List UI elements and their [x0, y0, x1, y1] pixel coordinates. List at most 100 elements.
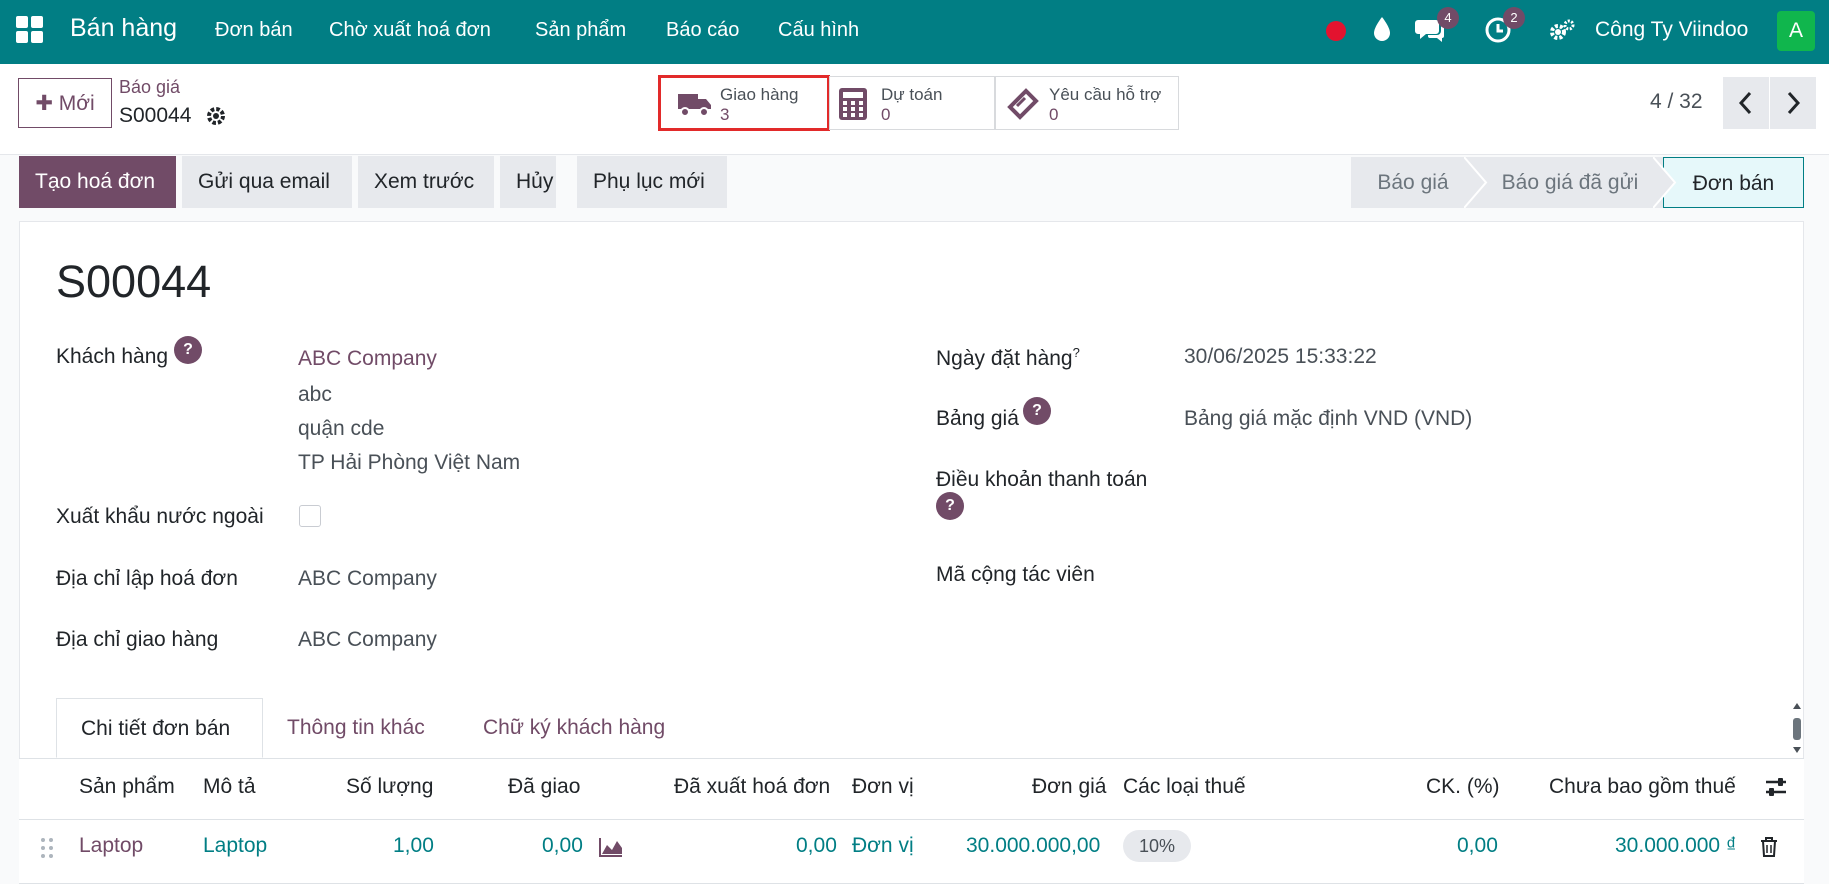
- column-header-quantity[interactable]: Số lượng: [346, 775, 433, 799]
- estimate-count: 0: [881, 105, 891, 124]
- status-sales-order[interactable]: Đơn bán: [1663, 157, 1804, 208]
- pager-next-button[interactable]: [1770, 77, 1816, 129]
- support-count: 0: [1049, 105, 1059, 124]
- gear-icon[interactable]: [204, 104, 228, 128]
- record-dot-icon[interactable]: [1325, 20, 1347, 42]
- new-appendix-button[interactable]: Phụ lục mới: [577, 156, 727, 208]
- export-label: Xuất khẩu nước ngoài: [56, 505, 264, 528]
- app-name[interactable]: Bán hàng: [70, 14, 177, 43]
- cell-product[interactable]: Laptop: [79, 834, 143, 858]
- new-button[interactable]: ✚ Mới: [18, 78, 112, 128]
- pricelist-label: Bảng giá: [936, 407, 1019, 430]
- send-email-button[interactable]: Gửi qua email: [182, 156, 352, 208]
- create-invoice-button[interactable]: Tạo hoá đơn: [19, 156, 176, 208]
- order-date-value[interactable]: 30/06/2025 15:33:22: [1184, 345, 1377, 369]
- cell-quantity[interactable]: 1,00: [393, 834, 434, 858]
- status-arrow-icon: [1653, 157, 1677, 208]
- cell-delivered[interactable]: 0,00: [542, 834, 583, 858]
- cell-description[interactable]: Laptop: [203, 834, 267, 858]
- delivery-label: Giao hàng: [720, 85, 799, 104]
- cell-subtotal: 30.000.000 ₫: [1615, 834, 1737, 857]
- help-tooltip-icon[interactable]: ?: [1023, 397, 1051, 425]
- drag-handle-icon[interactable]: [40, 836, 54, 860]
- activities-count-badge: 2: [1503, 7, 1525, 29]
- trash-icon[interactable]: [1759, 836, 1779, 858]
- pager-value[interactable]: 4 / 32: [1650, 90, 1703, 114]
- chevron-right-icon: [1787, 91, 1801, 115]
- invoice-address-label: Địa chỉ lập hoá đơn: [56, 567, 238, 590]
- settings-gears-icon[interactable]: [1548, 18, 1576, 42]
- payment-terms-label: Điều khoản thanh toán: [936, 468, 1148, 491]
- status-quotation-sent[interactable]: Báo giá đã gửi: [1475, 157, 1665, 208]
- cell-discount[interactable]: 0,00: [1457, 834, 1498, 858]
- estimate-label: Dự toán: [881, 85, 943, 104]
- column-header-invoiced[interactable]: Đã xuất hoá đơn: [674, 775, 830, 799]
- support-label: Yêu cầu hỗ trợ: [1049, 85, 1162, 104]
- smart-button-support[interactable]: Yêu cầu hỗ trợ 0: [995, 76, 1179, 130]
- drop-icon[interactable]: [1371, 15, 1393, 43]
- breadcrumb-parent[interactable]: Báo giá: [119, 77, 180, 98]
- customer-link[interactable]: ABC Company: [298, 347, 437, 371]
- column-header-description[interactable]: Mô tả: [203, 775, 256, 799]
- forecast-chart-icon[interactable]: [598, 836, 624, 858]
- chevron-left-icon: [1738, 91, 1752, 115]
- delivery-count: 3: [720, 105, 730, 124]
- cell-uom[interactable]: Đơn vị: [852, 834, 914, 858]
- status-arrow-icon: [1464, 157, 1488, 208]
- column-header-discount[interactable]: CK. (%): [1426, 775, 1500, 799]
- customer-address-line: abc: [298, 383, 332, 406]
- cancel-button[interactable]: Hủy: [500, 156, 556, 208]
- column-header-unit-price[interactable]: Đơn giá: [1032, 775, 1106, 799]
- tab-other-info[interactable]: Thông tin khác: [263, 698, 458, 758]
- tab-order-lines[interactable]: Chi tiết đơn bán: [56, 698, 263, 758]
- pager-previous-button[interactable]: [1723, 77, 1769, 129]
- invoice-address-value[interactable]: ABC Company: [298, 567, 437, 591]
- column-header-uom[interactable]: Đơn vị: [852, 775, 914, 799]
- customer-label: Khách hàng: [56, 345, 169, 368]
- column-header-delivered[interactable]: Đã giao: [508, 775, 580, 799]
- messages-count-badge: 4: [1437, 7, 1459, 29]
- help-tooltip-icon[interactable]: ?: [936, 492, 964, 520]
- menu-products[interactable]: Sản phẩm: [535, 19, 626, 42]
- status-quotation[interactable]: Báo giá: [1351, 157, 1475, 208]
- customer-address-line: TP Hải Phòng Việt Nam: [298, 451, 521, 474]
- preview-button[interactable]: Xem trước: [358, 156, 494, 208]
- company-switcher[interactable]: Công Ty Viindoo: [1595, 18, 1748, 42]
- column-header-taxes[interactable]: Các loại thuế: [1123, 775, 1246, 799]
- export-checkbox[interactable]: [299, 505, 321, 527]
- customer-address-line: quận cde: [298, 417, 385, 440]
- column-header-subtotal[interactable]: Chưa bao gồm thuế: [1549, 775, 1736, 799]
- cell-invoiced[interactable]: 0,00: [796, 834, 837, 858]
- smart-button-delivery[interactable]: Giao hàng 3: [658, 75, 830, 131]
- breadcrumb-current: S00044: [119, 104, 192, 127]
- menu-to-invoice[interactable]: Chờ xuất hoá đơn: [329, 19, 491, 42]
- menu-orders[interactable]: Đơn bán: [215, 19, 293, 42]
- delivery-address-label: Địa chỉ giao hàng: [56, 628, 219, 651]
- new-button-label: Mới: [58, 92, 95, 115]
- top-navbar: Bán hàng Đơn bán Chờ xuất hoá đơn Sản ph…: [0, 0, 1829, 64]
- pricelist-value[interactable]: Bảng giá mặc định VND (VND): [1184, 407, 1472, 431]
- menu-configuration[interactable]: Cấu hình: [778, 19, 859, 42]
- order-date-label: Ngày đặt hàng?: [936, 345, 1080, 371]
- tax-tag[interactable]: 10%: [1123, 830, 1191, 862]
- cell-unit-price[interactable]: 30.000.000,00: [966, 834, 1100, 858]
- help-tooltip-icon[interactable]: ?: [174, 336, 202, 364]
- control-panel: ✚ Mới Báo giá S00044 Giao hàng 3 Dự toán…: [0, 64, 1829, 155]
- ticket-icon: [1007, 88, 1039, 120]
- calculator-icon: [839, 88, 867, 120]
- column-settings-icon[interactable]: [1764, 775, 1788, 799]
- order-date-label-text: Ngày đặt hàng: [936, 347, 1073, 370]
- column-header-product[interactable]: Sản phẩm: [79, 775, 175, 799]
- user-avatar[interactable]: A: [1777, 11, 1815, 51]
- delivery-address-value[interactable]: ABC Company: [298, 628, 437, 652]
- plus-icon: ✚: [35, 92, 59, 115]
- record-title: S00044: [56, 256, 212, 307]
- truck-icon: [678, 94, 711, 117]
- menu-reporting[interactable]: Báo cáo: [666, 19, 739, 42]
- help-tooltip-icon[interactable]: ?: [1073, 345, 1080, 360]
- tab-customer-signature[interactable]: Chữ ký khách hàng: [459, 698, 699, 758]
- apps-menu-icon[interactable]: [16, 16, 44, 44]
- smart-button-estimate[interactable]: Dự toán 0: [829, 76, 995, 130]
- collaborator-code-label: Mã cộng tác viên: [936, 563, 1095, 586]
- scrollbar[interactable]: [1790, 700, 1804, 756]
